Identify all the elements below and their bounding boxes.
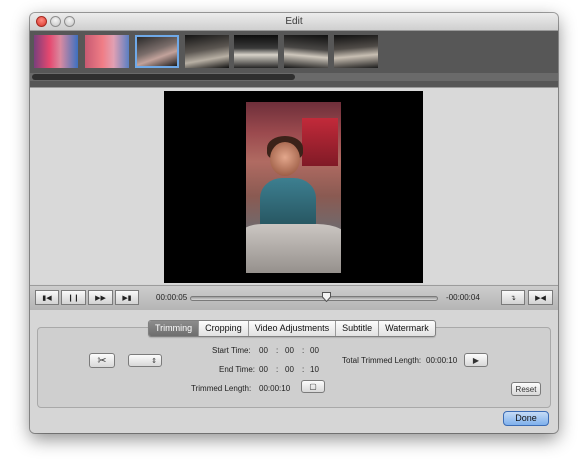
thumbnail-strip [30,31,558,87]
mark-out-icon: ▶◀ [535,293,546,302]
tab-cropping[interactable]: Cropping [199,321,249,336]
title-bar: Edit [30,13,558,31]
tab-subtitle[interactable]: Subtitle [336,321,380,336]
thumbnail-frame-7[interactable] [334,35,378,68]
edit-window: Edit ▮◀ ❙❙ ▶▶ ▶▮ 00:00:05 -00:00:04 ↴ ▶◀… [30,13,558,433]
end-hours[interactable]: 00 [259,365,268,374]
start-sep-1: : [276,346,279,355]
end-time-label: End Time: [219,365,256,374]
thumbnail-frame-4[interactable] [185,35,229,68]
pause-button[interactable]: ❙❙ [61,290,86,305]
total-trimmed-length-value: 00:00:10 [426,356,458,365]
chevron-updown-icon: ⇕ [151,357,157,365]
scrubber-knob[interactable] [321,292,331,302]
trimmed-length-label: Trimmed Length: [191,384,252,393]
done-button[interactable]: Done [503,411,549,426]
thumbnail-frame-6[interactable] [284,35,328,68]
frame-blanket [246,224,341,273]
start-time-label: Start Time: [212,346,251,355]
skip-start-button[interactable]: ▮◀ [35,290,59,305]
frame-body [260,178,316,228]
video-stage [164,91,423,283]
segment-select[interactable]: ⇕ [128,354,162,367]
start-hours[interactable]: 00 [259,346,268,355]
remaining-time: -00:00:04 [446,293,480,302]
playback-scrubber[interactable] [190,296,438,301]
current-time: 00:00:05 [156,293,188,302]
end-minutes[interactable]: 00 [285,365,294,374]
window-title: Edit [285,16,303,27]
thumbnail-scrollbar[interactable] [32,74,295,80]
video-preview [246,102,341,273]
skip-end-icon: ▶▮ [122,293,132,302]
mark-in-icon: ↴ [510,293,516,302]
cut-button[interactable]: ✂ [89,353,115,368]
playback-controls: ▮◀ ❙❙ ▶▶ ▶▮ 00:00:05 -00:00:04 ↴ ▶◀ [30,285,558,311]
start-seconds[interactable]: 00 [310,346,319,355]
thumbnail-frame-2[interactable] [85,35,129,68]
end-seconds[interactable]: 10 [310,365,319,374]
preview-trim-button[interactable]: ▶ [464,353,488,367]
play-clip-icon: ▶ [472,355,480,365]
fast-forward-icon: ▶▶ [95,293,106,302]
reset-button[interactable]: Reset [511,382,541,396]
start-minutes[interactable]: 00 [285,346,294,355]
trimming-box: ✂ ⇕ Start Time: 00 : 00 : 00 End Time: 0… [37,327,551,408]
frame-head [270,142,300,176]
start-sep-2: : [302,346,305,355]
frame-shelf [302,118,338,166]
mark-out-button[interactable]: ▶◀ [528,290,553,305]
mark-in-button[interactable]: ↴ [501,290,525,305]
fast-forward-button[interactable]: ▶▶ [88,290,113,305]
trash-icon: ▢ [309,382,317,391]
trimmed-length-value: 00:00:10 [259,384,291,393]
preview-area [30,87,558,284]
end-sep-1: : [276,365,279,374]
total-trimmed-length-label: Total Trimmed Length: [342,356,422,365]
thumbnail-frame-3[interactable] [135,35,179,68]
skip-end-button[interactable]: ▶▮ [115,290,139,305]
tab-watermark[interactable]: Watermark [379,321,435,336]
thumbnail-frame-5[interactable] [234,35,278,68]
thumbnail-frame-1[interactable] [34,35,78,68]
end-sep-2: : [302,365,305,374]
pause-icon: ❙❙ [67,293,80,302]
edit-panel: ✂ ⇕ Start Time: 00 : 00 : 00 End Time: 0… [30,310,558,433]
tab-video-adjustments[interactable]: Video Adjustments [249,321,337,336]
skip-start-icon: ▮◀ [42,293,52,302]
scissors-icon: ✂ [97,355,107,367]
delete-segment-button[interactable]: ▢ [301,380,325,393]
tab-trimming[interactable]: Trimming [149,321,200,336]
edit-tabs: Trimming Cropping Video Adjustments Subtitl… [148,320,436,337]
